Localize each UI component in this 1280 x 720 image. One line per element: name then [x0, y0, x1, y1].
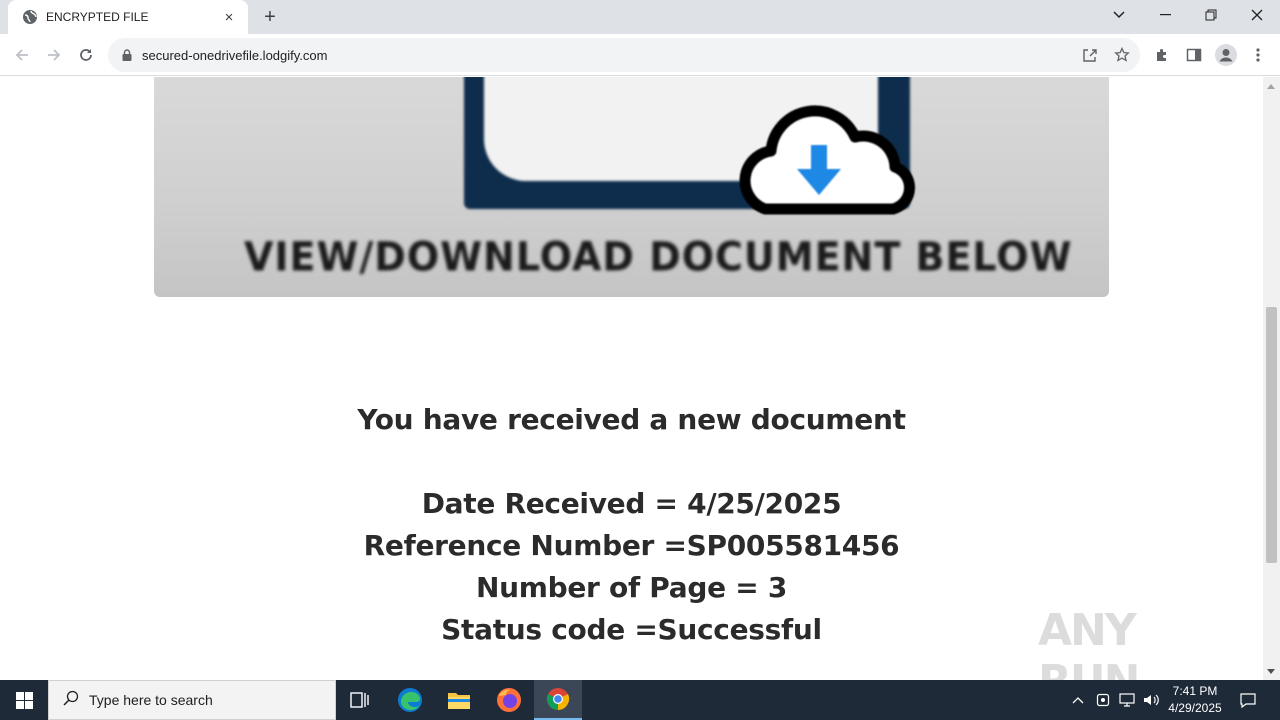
minimize-icon[interactable]: [1142, 0, 1188, 30]
notifications-icon[interactable]: [1234, 680, 1262, 720]
browser-tab[interactable]: ENCRYPTED FILE ×: [8, 0, 248, 34]
globe-icon: [22, 9, 38, 25]
watermark-text: ANY RUN: [1038, 605, 1140, 680]
restore-icon[interactable]: [1188, 0, 1234, 30]
file-explorer-icon[interactable]: [435, 680, 483, 720]
bookmark-star-icon[interactable]: [1108, 38, 1136, 72]
volume-icon[interactable]: [1140, 680, 1162, 720]
banner-caption: VIEW/DOWNLOAD DOCUMENT BELOW: [244, 233, 1073, 281]
scroll-up-arrow-icon[interactable]: [1267, 84, 1275, 89]
tab-strip: ENCRYPTED FILE × +: [0, 0, 1280, 34]
search-placeholder: Type here to search: [89, 692, 213, 708]
extensions-puzzle-icon[interactable]: [1146, 39, 1178, 71]
taskbar: Type here to search 7:41 PM 4/29/2025: [0, 680, 1280, 720]
tab-title: ENCRYPTED FILE: [46, 10, 149, 24]
clock-date: 4/29/2025: [1168, 701, 1222, 715]
document-banner-image[interactable]: VIEW/DOWNLOAD DOCUMENT BELOW: [154, 77, 1109, 297]
forward-arrow-icon[interactable]: [38, 39, 70, 71]
search-icon: [63, 690, 79, 711]
taskbar-search-box[interactable]: Type here to search: [48, 680, 336, 720]
firefox-icon[interactable]: [485, 680, 533, 720]
back-arrow-icon[interactable]: [6, 39, 38, 71]
browser-toolbar: secured-onedrivefile.lodgify.com: [0, 34, 1280, 76]
anyrun-watermark: ANY RUN: [1038, 605, 1238, 680]
detail-reference-number: Reference Number =SP005581456: [363, 529, 900, 562]
scroll-down-arrow-icon[interactable]: [1267, 669, 1275, 674]
windows-start-icon[interactable]: [0, 680, 48, 720]
tab-search-icon[interactable]: [1096, 0, 1142, 30]
share-icon[interactable]: [1076, 38, 1104, 72]
address-bar[interactable]: secured-onedrivefile.lodgify.com: [108, 38, 1140, 72]
detail-date-received: Date Received = 4/25/2025: [421, 487, 842, 520]
meet-now-icon[interactable]: [1092, 680, 1114, 720]
reload-icon[interactable]: [70, 39, 102, 71]
task-view-icon[interactable]: [336, 680, 384, 720]
cloud-download-icon: [739, 105, 916, 215]
page-headline: You have received a new document: [357, 403, 906, 436]
close-window-icon[interactable]: [1234, 0, 1280, 30]
detail-page-count: Number of Page = 3: [475, 571, 788, 604]
network-icon[interactable]: [1116, 680, 1138, 720]
lock-icon[interactable]: [120, 48, 134, 62]
url-text: secured-onedrivefile.lodgify.com: [142, 47, 328, 63]
scrollbar-thumb[interactable]: [1266, 307, 1277, 563]
kebab-menu-icon[interactable]: [1242, 39, 1274, 71]
profile-avatar-icon[interactable]: [1210, 39, 1242, 71]
side-panel-icon[interactable]: [1178, 39, 1210, 71]
show-hidden-icons-chevron-icon[interactable]: [1068, 680, 1088, 720]
new-tab-button[interactable]: +: [258, 6, 282, 28]
clock-time: 7:41 PM: [1172, 684, 1218, 698]
edge-browser-icon[interactable]: [386, 680, 434, 720]
vertical-scrollbar[interactable]: [1263, 77, 1280, 680]
system-clock[interactable]: 7:41 PM 4/29/2025: [1162, 683, 1228, 717]
chrome-icon[interactable]: [534, 680, 582, 720]
page-viewport: VIEW/DOWNLOAD DOCUMENT BELOW You have re…: [0, 77, 1263, 680]
close-tab-icon[interactable]: ×: [220, 8, 238, 26]
